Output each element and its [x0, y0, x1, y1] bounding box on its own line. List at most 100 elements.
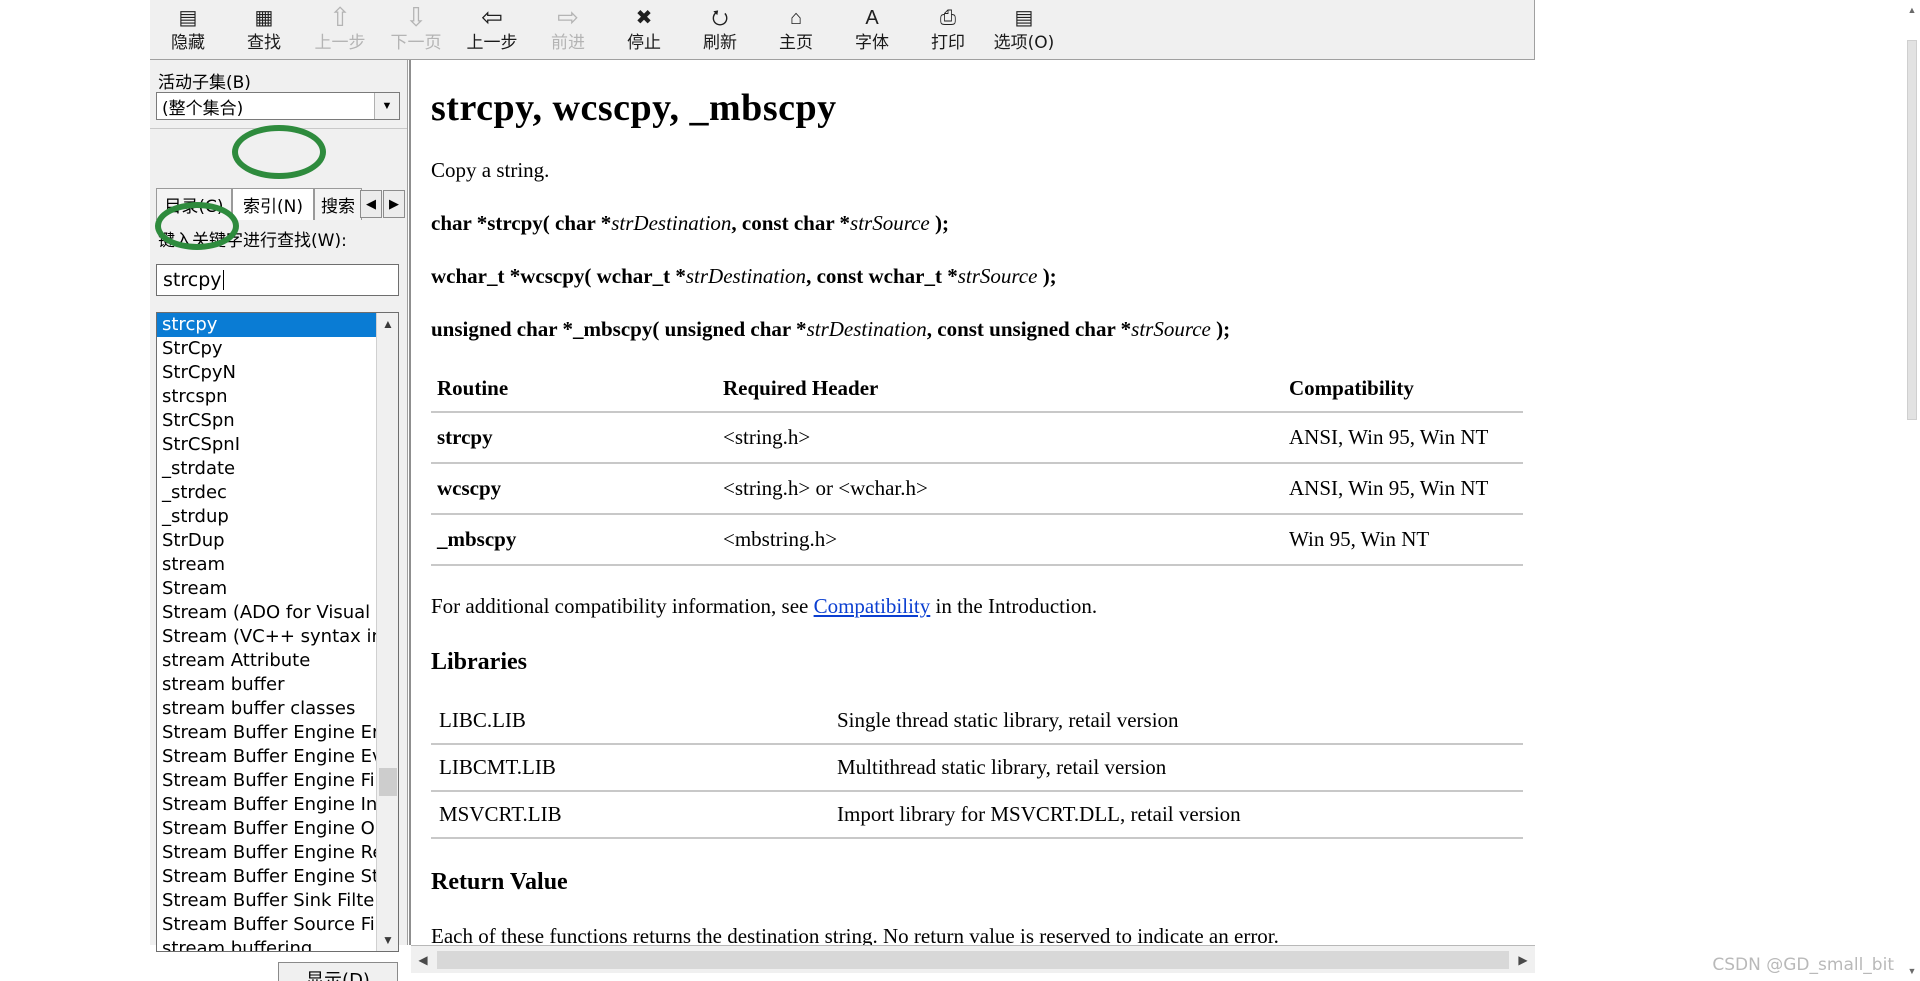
hscroll-left-icon[interactable]: ◀ — [411, 947, 435, 973]
table-row: strcpy <string.h> ANSI, Win 95, Win NT — [431, 412, 1523, 464]
page-scrollbar[interactable]: ▲ ▼ — [1904, 0, 1920, 981]
table-row: MSVCRT.LIB Import library for MSVCRT.DLL,… — [431, 791, 1523, 839]
scroll-up-icon[interactable]: ▲ — [377, 313, 398, 335]
hscroll-track[interactable] — [437, 950, 1509, 969]
page-scrollbar-thumb[interactable] — [1907, 40, 1917, 420]
list-item[interactable]: Stream (ADO for Visual — [157, 601, 376, 625]
cell-library-description: Import library for MSVCRT.DLL, retail ve… — [829, 791, 1523, 839]
cell-library-description: Single thread static library, retail ver… — [829, 698, 1523, 745]
scrollbar-thumb[interactable] — [379, 768, 397, 796]
toolbar-button-label: 字体 — [855, 33, 889, 53]
col-header-routine: Routine — [431, 374, 717, 413]
cell-compatibility: ANSI, Win 95, Win NT — [1283, 463, 1523, 515]
print-icon: ⎙ — [940, 7, 956, 29]
list-item[interactable]: Stream Buffer Engine Er — [157, 721, 376, 745]
tab-index[interactable]: 索引(N) — [232, 188, 314, 220]
compatibility-note: For additional compatibility information… — [431, 594, 1523, 619]
arrow-forward-icon: ⇨ — [557, 3, 579, 33]
list-item[interactable]: StrDup — [157, 529, 376, 553]
tab-search[interactable]: 搜索 — [314, 188, 362, 220]
list-item[interactable]: strcpy — [157, 313, 376, 337]
pane-divider — [150, 128, 407, 129]
cell-library-description: Multithread static library, retail versi… — [829, 744, 1523, 792]
toolbar-button-label: 隐藏 — [171, 33, 205, 53]
list-item[interactable]: Stream Buffer Engine In — [157, 793, 376, 817]
toolbar-button-find[interactable]: ▦ 查找 — [226, 4, 302, 58]
toolbar-button-label: 打印 — [931, 33, 965, 53]
signature-prefix: wchar_t *wcscpy( wchar_t * — [431, 264, 686, 288]
toolbar-button-arrow-back[interactable]: ⇦ 上一步 — [454, 4, 530, 58]
font-icon: A — [865, 7, 879, 29]
signature-param-1: strDestination — [611, 211, 732, 235]
cell-required-header: <string.h> — [717, 412, 1283, 464]
list-item[interactable]: Stream Buffer Engine Fi — [157, 769, 376, 793]
return-value-text: Each of these functions returns the dest… — [431, 924, 1279, 945]
tab-scroll-right-icon[interactable]: ▶ — [383, 190, 405, 218]
options-icon: ▤ — [1014, 7, 1034, 29]
compatibility-link[interactable]: Compatibility — [814, 594, 931, 618]
function-signature: char *strcpy( char *strDestination, cons… — [431, 211, 1523, 236]
text-caret — [222, 270, 224, 290]
signature-suffix: ); — [1210, 317, 1231, 341]
list-item[interactable]: Stream Buffer Engine O — [157, 817, 376, 841]
function-signature: wchar_t *wcscpy( wchar_t *strDestination… — [431, 264, 1523, 289]
list-item[interactable]: stream buffer classes — [157, 697, 376, 721]
keyword-input[interactable]: strcpy — [156, 264, 399, 296]
list-item[interactable]: stream buffer — [157, 673, 376, 697]
list-item[interactable]: Stream Buffer Sink Filte — [157, 889, 376, 913]
cell-library-name: LIBC.LIB — [431, 698, 829, 745]
tab-contents[interactable]: 目录(C) — [156, 188, 232, 220]
toolbar-button-font[interactable]: A 字体 — [834, 4, 910, 58]
signature-param-1: strDestination — [806, 317, 927, 341]
page-scroll-up-icon[interactable]: ▲ — [1904, 2, 1920, 18]
toolbar-button-options[interactable]: ▤ 选项(O) — [986, 4, 1062, 58]
cell-library-name: LIBCMT.LIB — [431, 744, 829, 792]
list-item[interactable]: Stream (VC++ syntax in — [157, 625, 376, 649]
toolbar-button-label: 选项(O) — [993, 33, 1055, 53]
list-item[interactable]: stream — [157, 553, 376, 577]
document-horizontal-scrollbar[interactable]: ◀ ▶ — [411, 945, 1535, 973]
list-item[interactable]: _strdate — [157, 457, 376, 481]
toolbar-button-stop[interactable]: ✖ 停止 — [606, 4, 682, 58]
cell-compatibility: Win 95, Win NT — [1283, 514, 1523, 566]
list-item[interactable]: Stream Buffer Source Fi — [157, 913, 376, 937]
list-item[interactable]: StrCpyN — [157, 361, 376, 385]
arrow-up-icon: ⇧ — [329, 3, 351, 33]
index-listbox[interactable]: strcpy StrCpy StrCpyN strcspn StrCSpn StrCSpn… — [156, 312, 399, 952]
list-item[interactable]: StrCSpn — [157, 409, 376, 433]
tab-scroll-left-icon[interactable]: ◀ — [360, 190, 382, 218]
active-subset-combobox[interactable]: (整个集合) ▼ — [156, 92, 400, 120]
index-list: strcpy StrCpy StrCpyN strcspn StrCSpn StrCSpn… — [157, 313, 376, 951]
list-item[interactable]: Stream Buffer Engine Re — [157, 841, 376, 865]
page-scroll-down-icon[interactable]: ▼ — [1904, 963, 1920, 979]
toolbar-button-hide-pane[interactable]: ▤ 隐藏 — [150, 4, 226, 58]
list-item[interactable]: Stream Buffer Engine Ev — [157, 745, 376, 769]
col-header-compatibility: Compatibility — [1283, 374, 1523, 413]
signature-suffix: ); — [1037, 264, 1057, 288]
scroll-down-icon[interactable]: ▼ — [377, 929, 398, 951]
list-item[interactable]: Stream Buffer Engine St — [157, 865, 376, 889]
list-item[interactable]: _strdup — [157, 505, 376, 529]
toolbar-button-label: 上一步 — [314, 33, 366, 53]
toolbar: ▤ 隐藏 ▦ 查找 ⇧ 上一步 ⇩ 下一页 ⇦ 上一步 ⇨ 前进 ✖ 停止 ⭮ 刷新 ⌂ 主页 A 字体 ⎙ 打印 ▤ 选项(… — [150, 0, 1535, 60]
list-item[interactable]: _strdec — [157, 481, 376, 505]
toolbar-button-refresh[interactable]: ⭮ 刷新 — [682, 4, 758, 58]
list-item[interactable]: stream buffering — [157, 937, 376, 951]
list-item[interactable]: StrCSpnI — [157, 433, 376, 457]
index-list-scrollbar[interactable]: ▲ ▼ — [376, 313, 398, 951]
list-item[interactable]: strcspn — [157, 385, 376, 409]
chevron-down-icon[interactable]: ▼ — [374, 93, 399, 119]
show-button[interactable]: 显示(D) — [278, 962, 398, 981]
list-item[interactable]: StrCpy — [157, 337, 376, 361]
hscroll-right-icon[interactable]: ▶ — [1511, 947, 1535, 973]
list-item[interactable]: stream Attribute — [157, 649, 376, 673]
cell-routine: _mbscpy — [431, 514, 717, 566]
compat-text-before: For additional compatibility information… — [431, 594, 814, 618]
toolbar-button-home[interactable]: ⌂ 主页 — [758, 4, 834, 58]
table-row: LIBC.LIB Single thread static library, re… — [431, 698, 1523, 745]
table-row: _mbscpy <mbstring.h> Win 95, Win NT — [431, 514, 1523, 566]
toolbar-button-print[interactable]: ⎙ 打印 — [910, 4, 986, 58]
list-item[interactable]: Stream — [157, 577, 376, 601]
return-value-heading: Return Value — [431, 869, 568, 895]
cell-routine: strcpy — [431, 412, 717, 464]
